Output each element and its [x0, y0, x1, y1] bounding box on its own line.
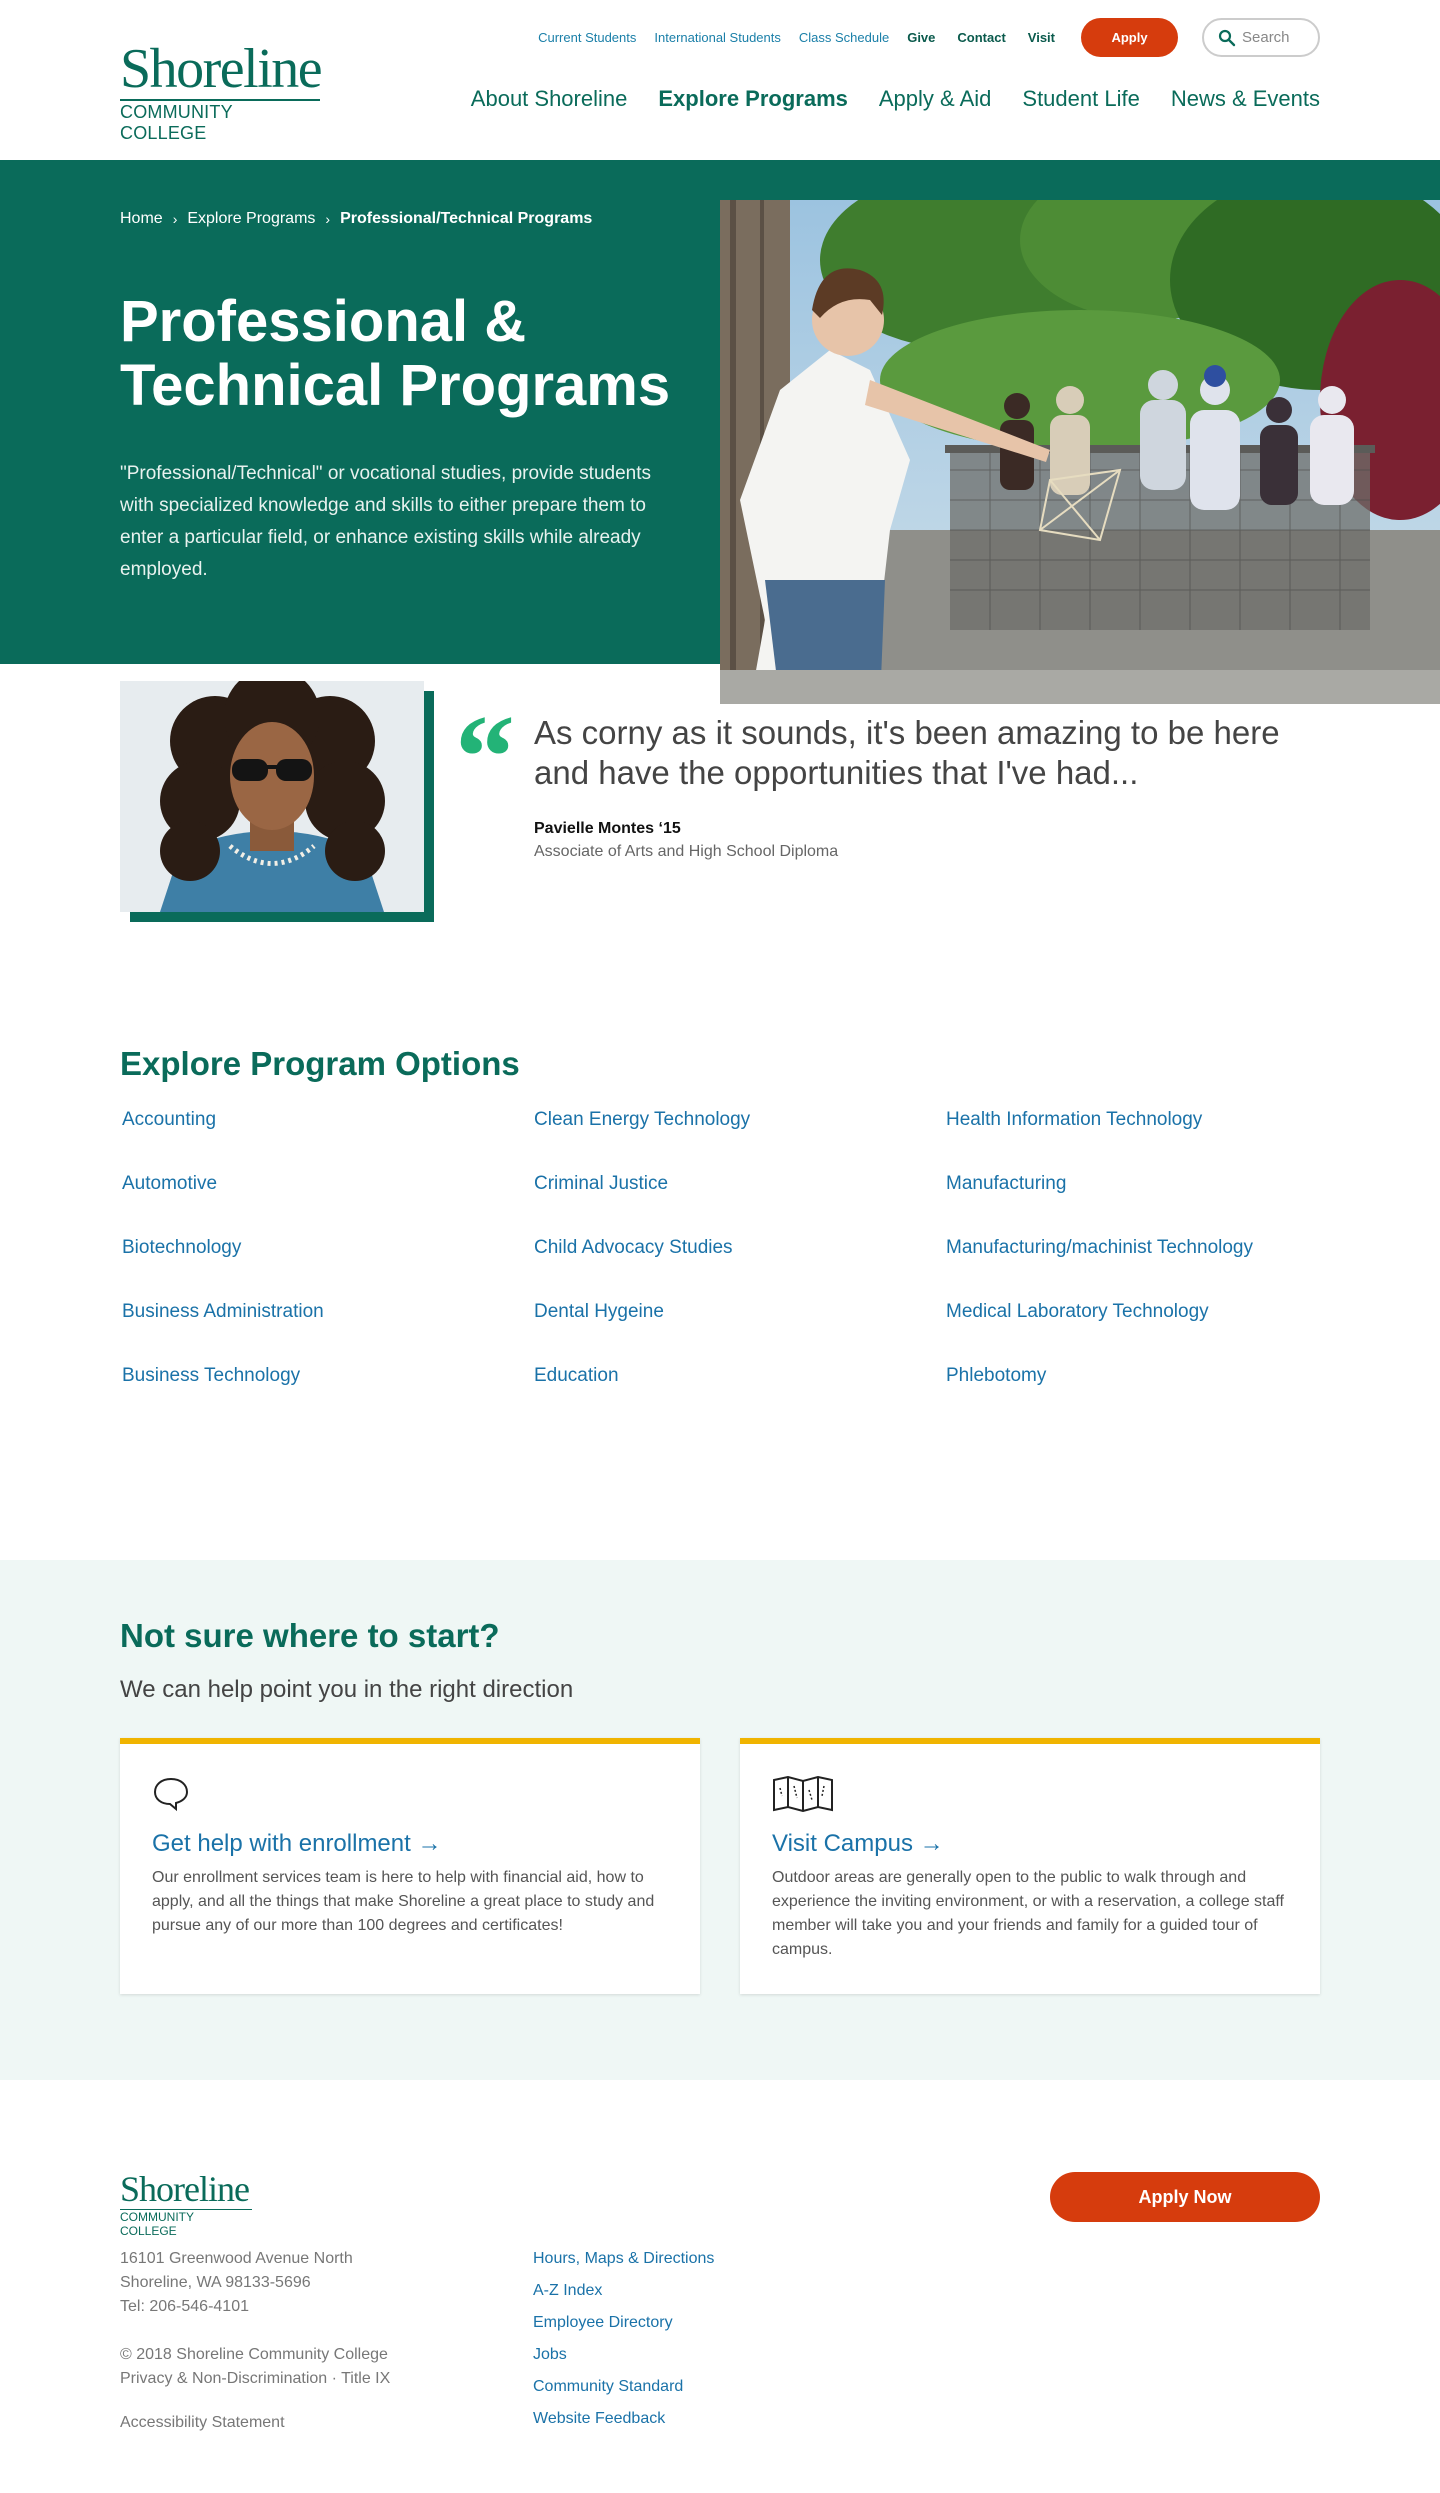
footer-link-jobs[interactable]: Jobs — [533, 2345, 714, 2377]
testimonial-degree: Associate of Arts and High School Diplom… — [534, 843, 839, 860]
student-portrait — [120, 681, 424, 912]
footer-links: Hours, Maps & Directions A-Z Index Emplo… — [533, 2249, 714, 2441]
address-line: 16101 Greenwood Avenue North — [120, 2250, 353, 2267]
program-column-2: Clean Energy Technology Criminal Justice… — [534, 1108, 750, 1428]
breadcrumb-home[interactable]: Home — [120, 210, 163, 228]
section-title: Explore Program Options — [120, 1045, 520, 1082]
program-link[interactable]: Medical Laboratory Technology — [946, 1300, 1253, 1364]
util-link-give[interactable]: Give — [907, 30, 935, 45]
nav-explore-programs[interactable]: Explore Programs — [658, 86, 848, 112]
hero-description: "Professional/Technical" or vocational s… — [120, 463, 651, 580]
site-header: Shoreline COMMUNITY COLLEGE Current Stud… — [0, 0, 1440, 160]
nav-news-events[interactable]: News & Events — [1171, 86, 1320, 112]
card-title: Visit Campus → — [772, 1830, 944, 1857]
privacy-link[interactable]: Privacy & Non-Discrimination · Title IX — [120, 2370, 390, 2387]
program-link[interactable]: Health Information Technology — [946, 1108, 1253, 1172]
map-icon — [773, 1776, 833, 1812]
chevron-right-icon: › — [325, 211, 331, 227]
footer-link-hours-maps[interactable]: Hours, Maps & Directions — [533, 2249, 714, 2281]
program-link[interactable]: Accounting — [122, 1108, 324, 1172]
program-link[interactable]: Dental Hygeine — [534, 1300, 750, 1364]
card-description: Outdoor areas are generally open to the … — [772, 1869, 1284, 1958]
site-logo[interactable]: Shoreline COMMUNITY COLLEGE — [120, 38, 323, 144]
program-link[interactable]: Business Technology — [122, 1364, 324, 1428]
program-options-section: Explore Program Options Accounting Autom… — [0, 1005, 1440, 1560]
testimonial-quote: As corny as it sounds, it's been amazing… — [534, 714, 1280, 791]
testimonial-section: “ As corny as it sounds, it's been amazi… — [0, 665, 1440, 1005]
search-input[interactable]: Search — [1202, 18, 1320, 57]
utility-nav: Current Students International Students … — [538, 18, 1320, 57]
help-section: Not sure where to start? We can help poi… — [0, 1560, 1440, 2080]
breadcrumb-explore-programs[interactable]: Explore Programs — [187, 210, 315, 228]
util-link-class-schedule[interactable]: Class Schedule — [799, 30, 889, 45]
help-title: Not sure where to start? — [120, 1617, 500, 1654]
footer-logo[interactable]: Shoreline COMMUNITY COLLEGE — [120, 2170, 252, 2238]
search-placeholder: Search — [1242, 29, 1290, 46]
nav-about-shoreline[interactable]: About Shoreline — [471, 86, 628, 112]
testimonial-name: Pavielle Montes ‘15 — [534, 820, 681, 837]
footer-address: 16101 Greenwood Avenue North Shoreline, … — [120, 2247, 353, 2319]
breadcrumb-current: Professional/Technical Programs — [340, 210, 593, 227]
quote-mark-icon: “ — [455, 690, 515, 823]
card-title: Get help with enrollment → — [152, 1830, 442, 1857]
program-link[interactable]: Business Administration — [122, 1300, 324, 1364]
util-link-contact[interactable]: Contact — [957, 30, 1005, 45]
arrow-right-icon: → — [919, 1830, 944, 1857]
chevron-right-icon: › — [172, 211, 178, 227]
util-link-visit[interactable]: Visit — [1028, 30, 1055, 45]
util-link-international-students[interactable]: International Students — [654, 30, 780, 45]
program-link[interactable]: Criminal Justice — [534, 1172, 750, 1236]
breadcrumb: Home › Explore Programs › Professional/T… — [120, 210, 592, 228]
testimonial-photo — [120, 681, 434, 922]
nav-apply-aid[interactable]: Apply & Aid — [879, 86, 992, 112]
nav-student-life[interactable]: Student Life — [1022, 86, 1139, 112]
hero-photo — [720, 200, 1440, 704]
footer-legal: © 2018 Shoreline Community College Priva… — [120, 2343, 390, 2391]
footer-link-az-index[interactable]: A-Z Index — [533, 2281, 714, 2313]
footer-link-website-feedback[interactable]: Website Feedback — [533, 2409, 714, 2441]
program-link[interactable]: Manufacturing — [946, 1172, 1253, 1236]
program-link[interactable]: Education — [534, 1364, 750, 1428]
chat-bubble-icon — [153, 1777, 189, 1812]
accessibility-link[interactable]: Accessibility Statement — [120, 2414, 285, 2432]
apply-now-button[interactable]: Apply Now — [1050, 2172, 1320, 2222]
main-nav: About Shoreline Explore Programs Apply &… — [440, 86, 1320, 112]
help-subtitle: We can help point you in the right direc… — [120, 1676, 574, 1703]
page-title: Professional & Technical Programs — [120, 289, 671, 418]
arrow-right-icon: → — [417, 1830, 442, 1857]
program-link[interactable]: Automotive — [122, 1172, 324, 1236]
site-footer: Shoreline COMMUNITY COLLEGE 16101 Greenw… — [0, 2080, 1440, 2493]
program-column-3: Health Information Technology Manufactur… — [946, 1108, 1253, 1428]
phone-line: Tel: 206-546-4101 — [120, 2298, 249, 2315]
card-description: Our enrollment services team is here to … — [152, 1869, 655, 1934]
hero-section: Home › Explore Programs › Professional/T… — [0, 160, 1440, 704]
program-link[interactable]: Phlebotomy — [946, 1364, 1253, 1428]
apply-button[interactable]: Apply — [1081, 18, 1178, 57]
program-link[interactable]: Clean Energy Technology — [534, 1108, 750, 1172]
address-line: Shoreline, WA 98133-5696 — [120, 2274, 311, 2291]
visit-campus-card[interactable]: Visit Campus → Outdoor areas are general… — [740, 1738, 1320, 1994]
program-link[interactable]: Manufacturing/machinist Technology — [946, 1236, 1253, 1300]
search-icon — [1218, 29, 1236, 46]
footer-link-community-standard[interactable]: Community Standard — [533, 2377, 714, 2409]
program-link[interactable]: Biotechnology — [122, 1236, 324, 1300]
logo-subtitle: COMMUNITY COLLEGE — [120, 99, 320, 144]
footer-logo-wordmark: Shoreline — [120, 2169, 250, 2209]
footer-link-employee-directory[interactable]: Employee Directory — [533, 2313, 714, 2345]
util-link-current-students[interactable]: Current Students — [538, 30, 636, 45]
logo-wordmark: Shoreline — [120, 38, 323, 100]
footer-logo-subtitle: COMMUNITY COLLEGE — [120, 2209, 252, 2238]
program-link[interactable]: Child Advocacy Studies — [534, 1236, 750, 1300]
program-column-1: Accounting Automotive Biotechnology Busi… — [122, 1108, 324, 1428]
enrollment-help-card[interactable]: Get help with enrollment → Our enrollmen… — [120, 1738, 700, 1994]
copyright: © 2018 Shoreline Community College — [120, 2346, 388, 2363]
